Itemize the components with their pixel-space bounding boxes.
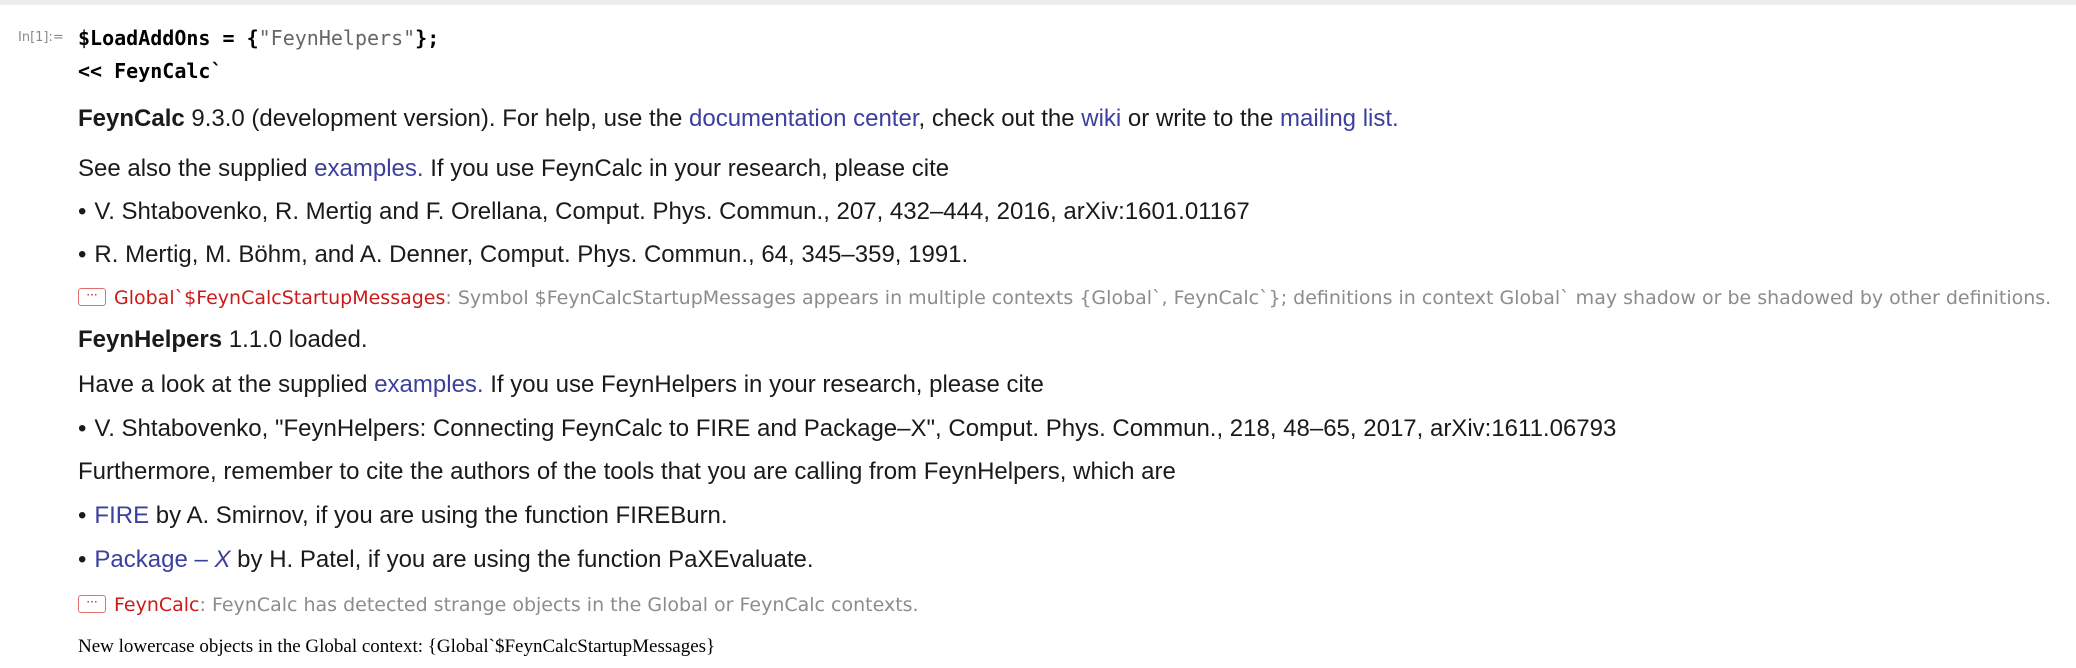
code-end: };: [415, 26, 440, 50]
feynhelpers-banner: FeynHelpers 1.1.0 loaded.: [78, 326, 368, 353]
input-line-2[interactable]: << FeynCalc`: [78, 59, 223, 83]
wiki-link[interactable]: wiki: [1081, 105, 1121, 132]
mailing-list-link[interactable]: mailing list.: [1280, 105, 1399, 132]
fire-ref: • FIRE by A. Smirnov, if you are using th…: [78, 502, 728, 529]
bullet-icon: •: [78, 415, 87, 442]
feyncalc-name: FeynCalc: [78, 105, 185, 132]
feynhelpers-look: Have a look at the supplied examples. If…: [78, 371, 1044, 398]
bullet-icon: •: [78, 546, 87, 573]
feyncalc-ref-1: • V. Shtabovenko, R. Mertig and F. Orella…: [78, 198, 1250, 225]
feynhelpers-ref: • V. Shtabovenko, "FeynHelpers: Connectin…: [78, 415, 1617, 442]
message-menu-icon[interactable]: ···: [78, 287, 106, 306]
message-startup-shadow: ··· Global`$FeynCalcStartupMessages: Symb…: [78, 287, 2051, 309]
fire-link[interactable]: FIRE: [94, 502, 149, 529]
package-x-ref: • Package – X by H. Patel, if you are usi…: [78, 546, 814, 573]
code-string: "FeynHelpers": [258, 26, 416, 50]
documentation-center-link[interactable]: documentation center: [689, 105, 919, 132]
notebook-top-border: [0, 0, 2076, 5]
feyncalc-examples-link[interactable]: examples.: [314, 155, 423, 182]
message-menu-icon[interactable]: ···: [78, 594, 106, 613]
package-x-link[interactable]: Package – X: [94, 546, 230, 573]
feynhelpers-furthermore: Furthermore, remember to cite the author…: [78, 458, 1176, 485]
feyncalc-ref-2: • R. Mertig, M. Böhm, and A. Denner, Comp…: [78, 241, 969, 268]
message-strange-objects: ··· FeynCalc: FeynCalc has detected stran…: [78, 594, 919, 616]
bullet-icon: •: [78, 241, 87, 268]
message-tag[interactable]: FeynCalc: [114, 594, 200, 616]
input-line-1[interactable]: $LoadAddOns = {"FeynHelpers"};: [78, 26, 439, 50]
message-tag[interactable]: Global`$FeynCalcStartupMessages: [114, 287, 445, 309]
input-cell-label: In[1]:=: [18, 30, 64, 45]
code-assignment: $LoadAddOns = {: [78, 26, 259, 50]
feyncalc-banner: FeynCalc 9.3.0 (development version). Fo…: [78, 105, 1399, 132]
feynhelpers-examples-link[interactable]: examples.: [374, 371, 483, 398]
feynhelpers-name: FeynHelpers: [78, 326, 223, 353]
final-output-text: New lowercase objects in the Global cont…: [78, 636, 716, 657]
bullet-icon: •: [78, 198, 87, 225]
feyncalc-see-also: See also the supplied examples. If you u…: [78, 155, 950, 182]
bullet-icon: •: [78, 502, 87, 529]
